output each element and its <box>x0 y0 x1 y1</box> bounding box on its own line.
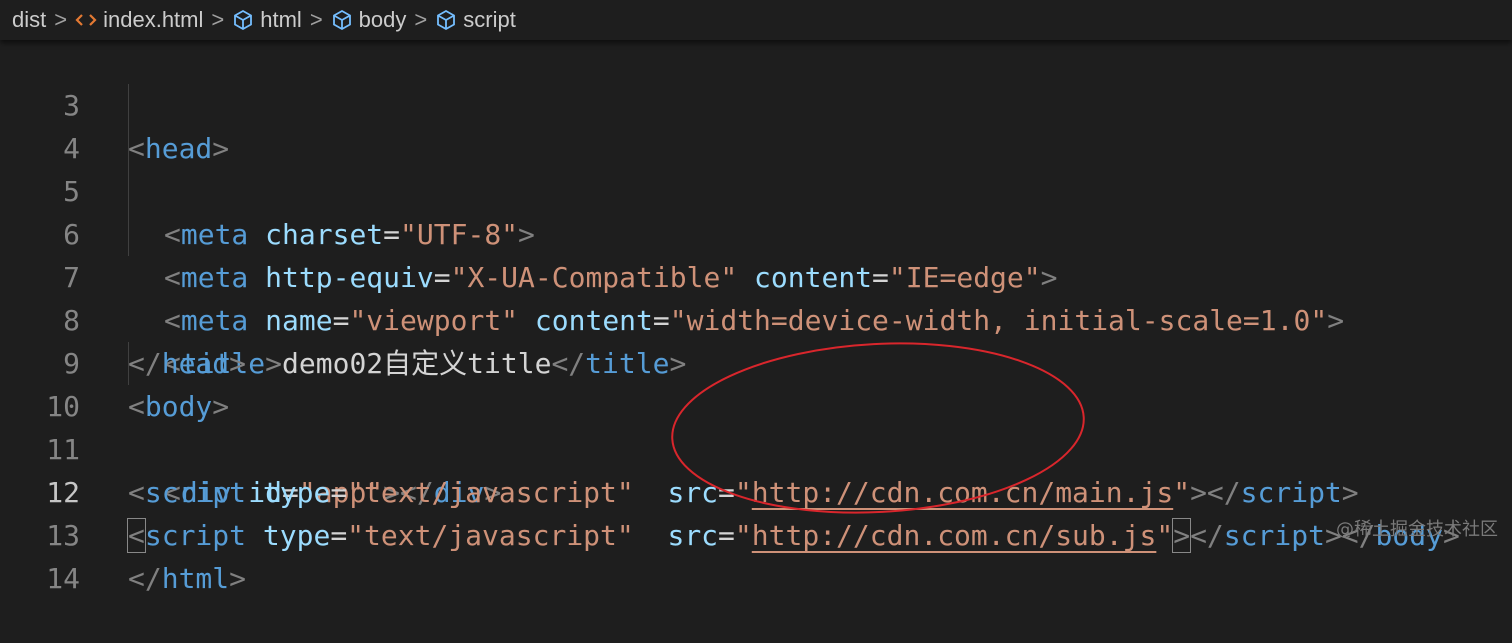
code-line[interactable]: 3 <head> <box>0 41 1512 165</box>
breadcrumb-item-body[interactable]: body <box>331 7 406 33</box>
line-number: 14 <box>46 562 80 595</box>
red-ellipse-annotation <box>671 342 1085 514</box>
indent-guide <box>128 213 129 256</box>
code-line[interactable]: 9 <body> <box>0 299 1512 423</box>
indent-guide <box>128 342 129 385</box>
indent-guide <box>128 84 129 127</box>
code-line[interactable]: 4 <meta charset="UTF-8"> <box>0 84 1512 251</box>
code-line[interactable]: 14 <box>0 514 1512 595</box>
html-file-icon <box>75 12 97 28</box>
symbol-element-icon <box>331 9 353 31</box>
chevron-right-icon: > <box>211 7 225 32</box>
code-line[interactable]: 6 <meta name="viewport" content="width=d… <box>0 170 1512 337</box>
chevron-right-icon: > <box>309 7 323 32</box>
chevron-right-icon: > <box>54 7 68 32</box>
indent-guide <box>128 127 129 170</box>
breadcrumb-item-index-html[interactable]: index.html <box>75 7 203 33</box>
breadcrumb-item-dist[interactable]: dist <box>12 7 46 33</box>
chevron-right-icon: > <box>414 7 428 32</box>
breadcrumb-item-html[interactable]: html <box>232 7 302 33</box>
code-line[interactable]: 5 <meta http-equiv="X-UA-Compatible" con… <box>0 127 1512 294</box>
watermark: @稀土掘金技术社区 <box>1336 519 1498 540</box>
breadcrumb-item-script[interactable]: script <box>435 7 516 33</box>
code-line[interactable]: 7 <title>demo02自定义title</title> <box>0 213 1512 380</box>
symbol-element-icon <box>435 9 457 31</box>
breadcrumb: dist > index.html > html > body > script <box>0 0 1512 40</box>
code-line[interactable]: 8 </head> <box>0 256 1512 380</box>
indent-guide <box>128 170 129 213</box>
code-text: </html> <box>128 562 247 595</box>
symbol-element-icon <box>232 9 254 31</box>
